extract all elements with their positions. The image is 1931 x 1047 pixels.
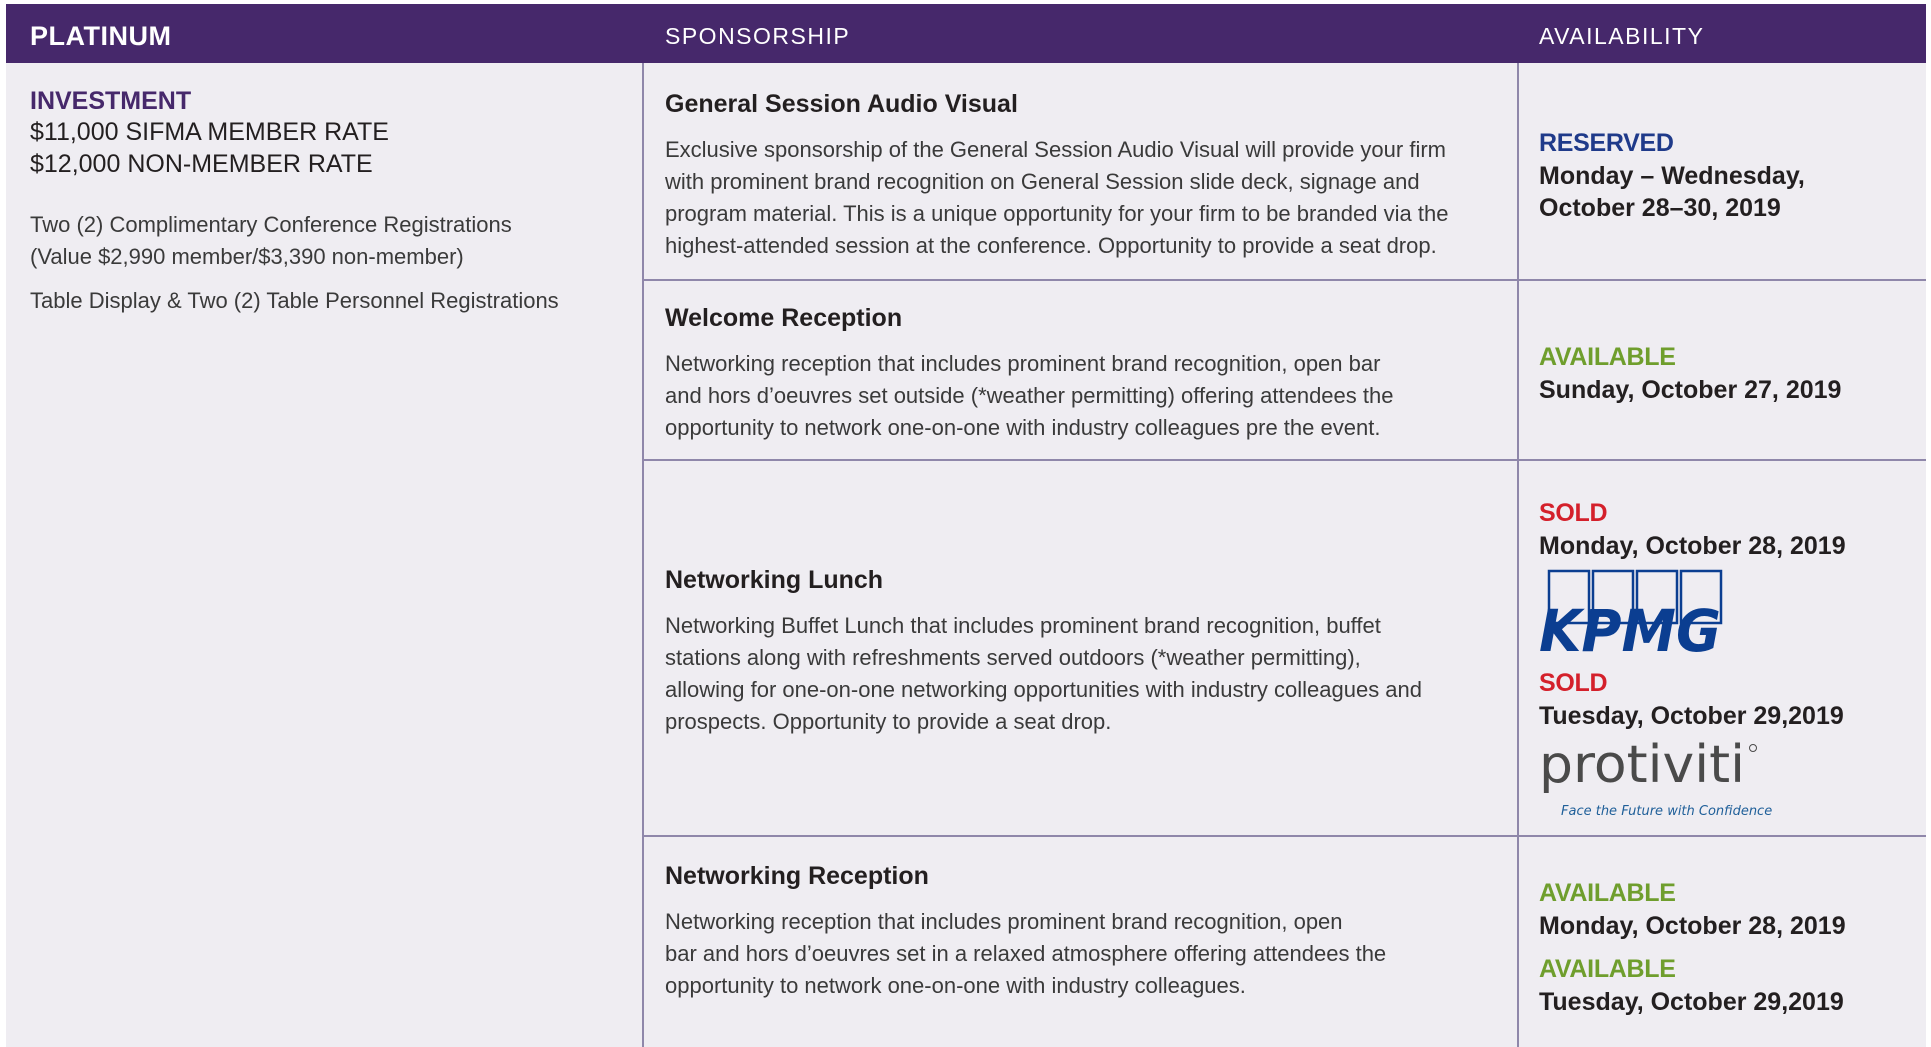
description-line: bar and hors d’oeuvres set in a relaxed … xyxy=(665,941,1387,966)
date-line: Monday, October 28, 2019 xyxy=(1539,912,1846,940)
description-line: prospects. Opportunity to provide a seat… xyxy=(665,709,1112,734)
row-divider xyxy=(642,279,1926,281)
availability-date: Monday, October 28, 2019 xyxy=(1539,910,1846,942)
kpmg-logo: KPMG xyxy=(1539,569,1723,659)
status-badge: SOLD xyxy=(1539,499,1608,527)
availability-date: Monday, October 28, 2019 xyxy=(1539,530,1846,562)
availability-date: Monday – Wednesday, October 28–30, 2019 xyxy=(1539,160,1805,224)
date-line: Monday – Wednesday, xyxy=(1539,162,1805,190)
column-divider-right xyxy=(1517,63,1519,1047)
sponsorship-description: Exclusive sponsorship of the General Ses… xyxy=(665,134,1495,262)
description-line: Exclusive sponsorship of the General Ses… xyxy=(665,137,1446,162)
date-line: Sunday, October 27, 2019 xyxy=(1539,376,1842,404)
date-line: October 28–30, 2019 xyxy=(1539,194,1781,222)
status-badge: SOLD xyxy=(1539,669,1608,697)
description-line: highest-attended session at the conferen… xyxy=(665,233,1437,258)
description-line: Networking reception that includes promi… xyxy=(665,351,1381,376)
sponsorship-table: PLATINUM SPONSORSHIP AVAILABILITY INVEST… xyxy=(6,4,1926,1047)
date-line: Tuesday, October 29,2019 xyxy=(1539,702,1844,730)
status-badge: RESERVED xyxy=(1539,129,1674,157)
investment-label: INVESTMENT xyxy=(30,87,192,115)
sponsorship-title: General Session Audio Visual xyxy=(665,90,1018,118)
description-line: opportunity to network one-on-one with i… xyxy=(665,973,1246,998)
non-member-rate: $12,000 NON-MEMBER RATE xyxy=(30,150,373,178)
availability-date: Tuesday, October 29,2019 xyxy=(1539,986,1844,1018)
benefit-registrations: Two (2) Complimentary Conference Registr… xyxy=(30,212,512,237)
description-line: stations along with refreshments served … xyxy=(665,645,1361,670)
tier-heading: PLATINUM xyxy=(30,21,172,51)
benefit-table-display: Table Display & Two (2) Table Personnel … xyxy=(30,288,559,313)
sponsorship-description: Networking Buffet Lunch that includes pr… xyxy=(665,610,1495,738)
description-line: with prominent brand recognition on Gene… xyxy=(665,169,1420,194)
description-line: opportunity to network one-on-one with i… xyxy=(665,415,1381,440)
sponsorship-description: Networking reception that includes promi… xyxy=(665,906,1495,1002)
member-rate: $11,000 SIFMA MEMBER RATE xyxy=(30,118,389,146)
column-divider-left xyxy=(642,63,644,1047)
sponsorship-column-heading: SPONSORSHIP xyxy=(665,23,851,49)
status-badge: AVAILABLE xyxy=(1539,879,1676,907)
status-badge: AVAILABLE xyxy=(1539,343,1676,371)
row-divider xyxy=(642,835,1926,837)
availability-column-heading: AVAILABILITY xyxy=(1539,23,1705,49)
status-badge: AVAILABLE xyxy=(1539,955,1676,983)
sponsorship-title: Welcome Reception xyxy=(665,304,903,332)
availability-date: Sunday, October 27, 2019 xyxy=(1539,374,1841,406)
table-header: PLATINUM SPONSORSHIP AVAILABILITY xyxy=(6,4,1926,63)
description-line: program material. This is a unique oppor… xyxy=(665,201,1449,226)
protiviti-logo: protiviti Face the Future with Confidenc… xyxy=(1539,735,1772,819)
description-line: Networking reception that includes promi… xyxy=(665,909,1343,934)
svg-text:KPMG: KPMG xyxy=(1539,597,1721,659)
row-divider xyxy=(642,459,1926,461)
sponsorship-title: Networking Reception xyxy=(665,862,929,890)
description-line: and hors d’oeuvres set outside (*weather… xyxy=(665,383,1394,408)
date-line: Monday, October 28, 2019 xyxy=(1539,532,1846,560)
sponsorship-description: Networking reception that includes promi… xyxy=(665,348,1495,444)
benefit-registrations-value: (Value $2,990 member/$3,390 non-member) xyxy=(30,244,464,269)
protiviti-tagline: Face the Future with Confidence xyxy=(1561,804,1772,819)
sponsorship-title: Networking Lunch xyxy=(665,566,884,594)
description-line: allowing for one-on-one networking oppor… xyxy=(665,677,1423,702)
date-line: Tuesday, October 29,2019 xyxy=(1539,988,1844,1016)
availability-date: Tuesday, October 29,2019 xyxy=(1539,700,1844,732)
description-line: Networking Buffet Lunch that includes pr… xyxy=(665,613,1381,638)
svg-text:protiviti: protiviti xyxy=(1539,735,1745,795)
